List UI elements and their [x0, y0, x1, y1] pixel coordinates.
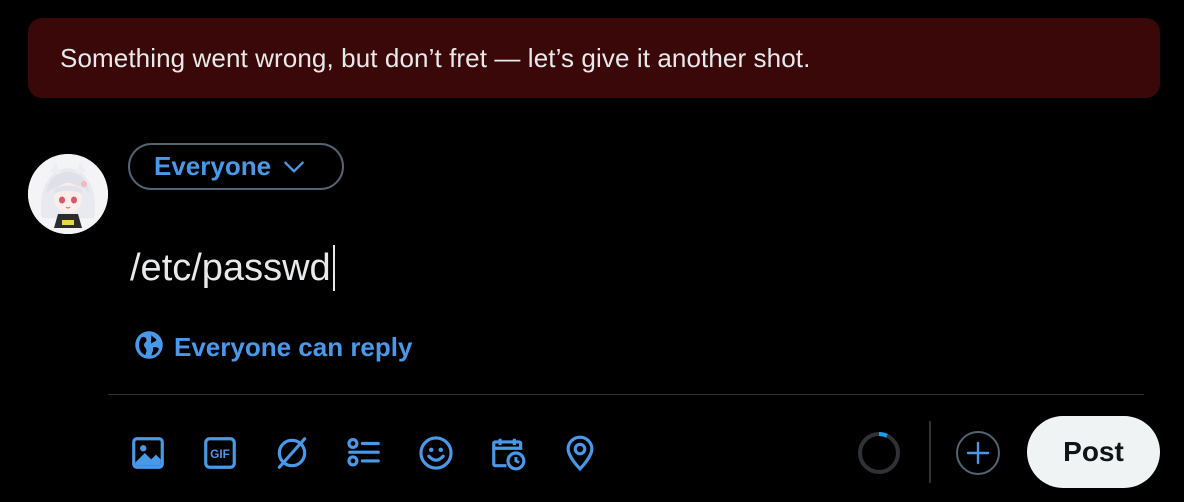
text-caret — [332, 245, 335, 291]
chevron-down-icon — [281, 154, 307, 180]
poll-icon[interactable] — [344, 433, 384, 473]
character-count-ring — [856, 430, 902, 476]
schedule-icon[interactable] — [488, 433, 528, 473]
post-button[interactable]: Post — [1027, 416, 1160, 488]
post-text: /etc/passwd — [130, 246, 331, 289]
globe-icon — [134, 330, 164, 365]
toolbar-separator — [929, 421, 931, 483]
reply-setting-button[interactable]: Everyone can reply — [134, 330, 412, 364]
audience-selector-button[interactable]: Everyone — [128, 143, 344, 190]
emoji-icon[interactable] — [416, 433, 456, 473]
location-icon[interactable] — [560, 433, 600, 473]
media-icon[interactable] — [128, 433, 168, 473]
reply-setting-label: Everyone can reply — [174, 331, 413, 362]
error-banner: Something went wrong, but don’t fret — l… — [28, 18, 1160, 98]
avatar-image — [28, 154, 108, 234]
post-text-input[interactable]: /etc/passwd — [130, 244, 335, 292]
grok-icon[interactable] — [272, 433, 312, 473]
composer-divider — [108, 394, 1144, 395]
avatar[interactable] — [28, 154, 108, 234]
audience-label: Everyone — [154, 151, 272, 181]
gif-icon-text: GIF — [210, 447, 230, 461]
gif-icon[interactable]: GIF — [200, 433, 240, 473]
add-post-button[interactable] — [955, 430, 1001, 476]
plus-icon — [956, 431, 1000, 475]
composer-toolbar: GIF — [128, 430, 632, 476]
error-message: Something went wrong, but don’t fret — l… — [60, 42, 811, 73]
